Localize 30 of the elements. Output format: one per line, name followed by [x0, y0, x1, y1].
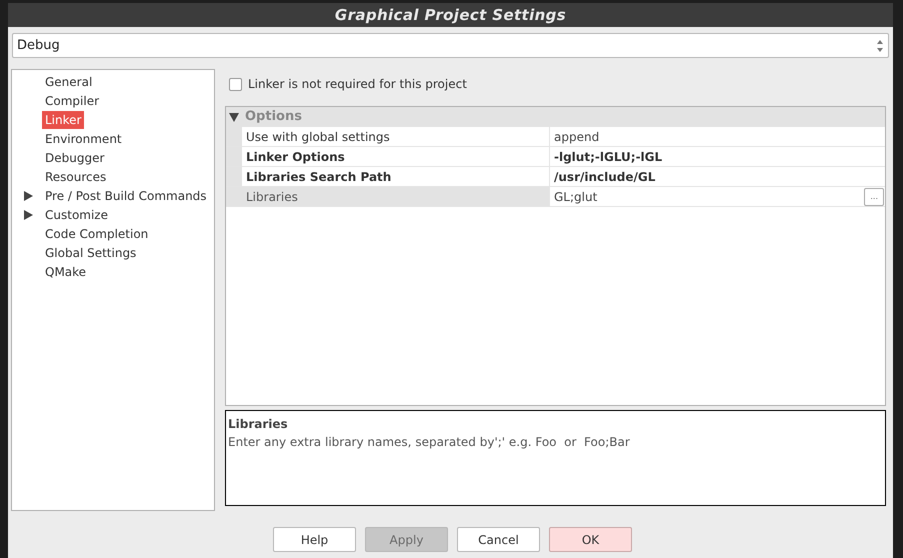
- checkbox-label: Linker is not required for this project: [248, 76, 467, 93]
- tree-item[interactable]: Resources: [42, 168, 110, 186]
- property-value[interactable]: /usr/include/GL: [554, 168, 656, 186]
- property-name[interactable]: Libraries: [242, 187, 550, 206]
- property-value[interactable]: -lglut;-lGLU;-lGL: [554, 148, 662, 166]
- tree-item[interactable]: General: [42, 72, 96, 90]
- tree-item[interactable]: Linker: [42, 110, 84, 128]
- tree-item[interactable]: Compiler: [42, 92, 102, 110]
- expand-triangle-icon[interactable]: [24, 210, 32, 220]
- dialog-button[interactable]: Cancel: [457, 527, 540, 552]
- tree-item[interactable]: Pre / Post Build Commands: [42, 186, 210, 204]
- description-title: Libraries: [228, 416, 289, 433]
- browse-button[interactable]: ...: [864, 188, 884, 206]
- tree-item[interactable]: Environment: [42, 130, 125, 148]
- property-value[interactable]: GL;glut: [554, 188, 598, 206]
- window-title: Graphical Project Settings: [334, 4, 566, 26]
- tree-item[interactable]: Debugger: [42, 148, 108, 166]
- group-label: Options: [245, 108, 302, 126]
- tree-item[interactable]: Global Settings: [42, 244, 140, 262]
- property-value[interactable]: append: [554, 128, 600, 146]
- description-text: Enter any extra library names, separated by';' e.g. Foo or Foo;Bar: [228, 434, 631, 451]
- expand-triangle-icon[interactable]: [24, 190, 32, 200]
- checkbox[interactable]: [229, 78, 242, 90]
- dialog-button[interactable]: OK: [549, 527, 632, 552]
- configuration-dropdown[interactable]: Debug: [12, 33, 889, 58]
- dialog-button[interactable]: Help: [273, 527, 356, 552]
- tree-item[interactable]: Code Completion: [42, 224, 152, 242]
- spinner-arrows-icon: [876, 38, 884, 52]
- tree-item[interactable]: Customize: [42, 206, 111, 224]
- tree-item[interactable]: QMake: [42, 262, 90, 280]
